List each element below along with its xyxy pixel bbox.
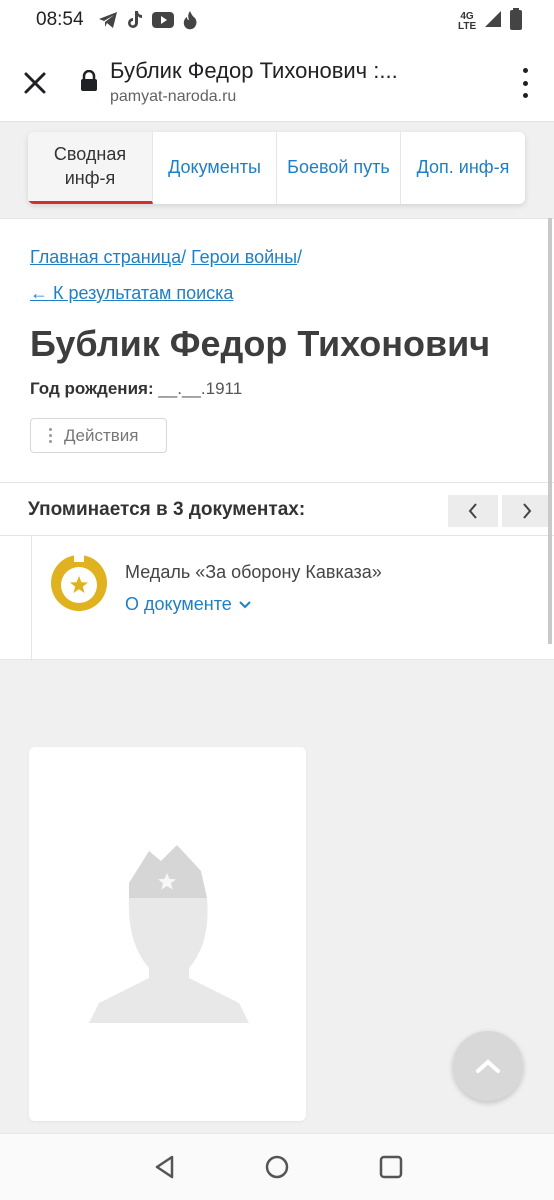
tab-summary-label: Сводная инф-я bbox=[53, 144, 127, 188]
scrollbar[interactable] bbox=[548, 218, 552, 644]
status-notification-icons bbox=[98, 10, 198, 35]
network-label: 4G LTE bbox=[458, 10, 477, 32]
chevron-right-icon bbox=[523, 503, 532, 519]
soldier-silhouette-icon bbox=[89, 845, 249, 1023]
hero-card: Главная страница/ Герои войны/ ← К резул… bbox=[0, 218, 554, 661]
tab-additional-info[interactable]: Доп. инф-я bbox=[401, 132, 525, 204]
tab-documents[interactable]: Документы bbox=[153, 132, 277, 204]
youtube-icon bbox=[152, 12, 174, 33]
browser-toolbar: Бублик Федор Тихонович :... pamyat-narod… bbox=[0, 42, 554, 122]
next-document-button[interactable] bbox=[502, 495, 552, 527]
status-time: 08:54 bbox=[36, 9, 84, 30]
kebab-icon bbox=[49, 428, 52, 443]
prev-document-button[interactable] bbox=[448, 495, 498, 527]
hero-photo-placeholder bbox=[29, 747, 306, 1121]
birth-year-label: Год рождения: bbox=[30, 379, 154, 398]
breadcrumb-heroes-link[interactable]: Герои войны bbox=[191, 247, 297, 267]
tab-battle-path[interactable]: Боевой путь bbox=[277, 132, 401, 204]
section-tabs: Сводная инф-я Документы Боевой путь Доп.… bbox=[28, 132, 525, 204]
back-nav-icon[interactable] bbox=[152, 1154, 178, 1180]
more-options-icon[interactable] bbox=[520, 68, 530, 98]
scroll-to-top-button[interactable] bbox=[453, 1031, 523, 1101]
recent-apps-icon[interactable] bbox=[378, 1154, 404, 1180]
actions-button-label: Действия bbox=[64, 425, 139, 445]
tiktok-icon bbox=[126, 10, 144, 35]
tinder-icon bbox=[182, 10, 198, 35]
medal-icon bbox=[50, 554, 108, 612]
close-icon[interactable] bbox=[20, 68, 50, 98]
actions-button[interactable]: Действия bbox=[30, 418, 167, 453]
page-title: Бублик Федор Тихонович :... bbox=[110, 58, 398, 83]
page-url[interactable]: pamyat-naroda.ru bbox=[110, 88, 236, 106]
lock-icon bbox=[80, 69, 98, 92]
tab-battle-path-label: Боевой путь bbox=[287, 157, 390, 178]
about-document-label: О документе bbox=[125, 594, 232, 614]
breadcrumb-home-link[interactable]: Главная страница bbox=[30, 247, 181, 267]
birth-year-value: __.__.1911 bbox=[158, 379, 243, 398]
tab-documents-label: Документы bbox=[168, 157, 261, 178]
system-navigation-bar bbox=[0, 1133, 554, 1200]
birth-year: Год рождения: __.__.1911 bbox=[30, 379, 242, 399]
battery-icon bbox=[510, 8, 522, 35]
breadcrumb: Главная страница/ Герои войны/ bbox=[30, 247, 303, 267]
home-nav-icon[interactable] bbox=[264, 1154, 290, 1180]
tab-additional-info-label: Доп. инф-я bbox=[416, 157, 510, 178]
divider bbox=[0, 482, 554, 483]
document-item: Медаль «За оборону Кавказа» О документе bbox=[31, 536, 554, 661]
status-system-icons: 4G LTE bbox=[458, 8, 522, 35]
telegram-icon bbox=[98, 11, 118, 34]
mentions-title: Упоминается в 3 документах: bbox=[28, 499, 306, 520]
chevron-up-icon bbox=[476, 1059, 500, 1073]
hero-name: Бублик Федор Тихонович bbox=[30, 323, 491, 364]
document-title: Медаль «За оборону Кавказа» bbox=[125, 562, 382, 582]
status-bar: 08:54 4G LTE bbox=[0, 0, 554, 42]
about-document-link[interactable]: О документе bbox=[125, 594, 252, 615]
tab-summary[interactable]: Сводная инф-я bbox=[28, 132, 153, 204]
signal-icon bbox=[484, 10, 502, 33]
chevron-left-icon bbox=[468, 503, 477, 519]
back-to-results-link[interactable]: ← К результатам поиска bbox=[30, 283, 233, 304]
chevron-down-icon bbox=[239, 600, 251, 608]
